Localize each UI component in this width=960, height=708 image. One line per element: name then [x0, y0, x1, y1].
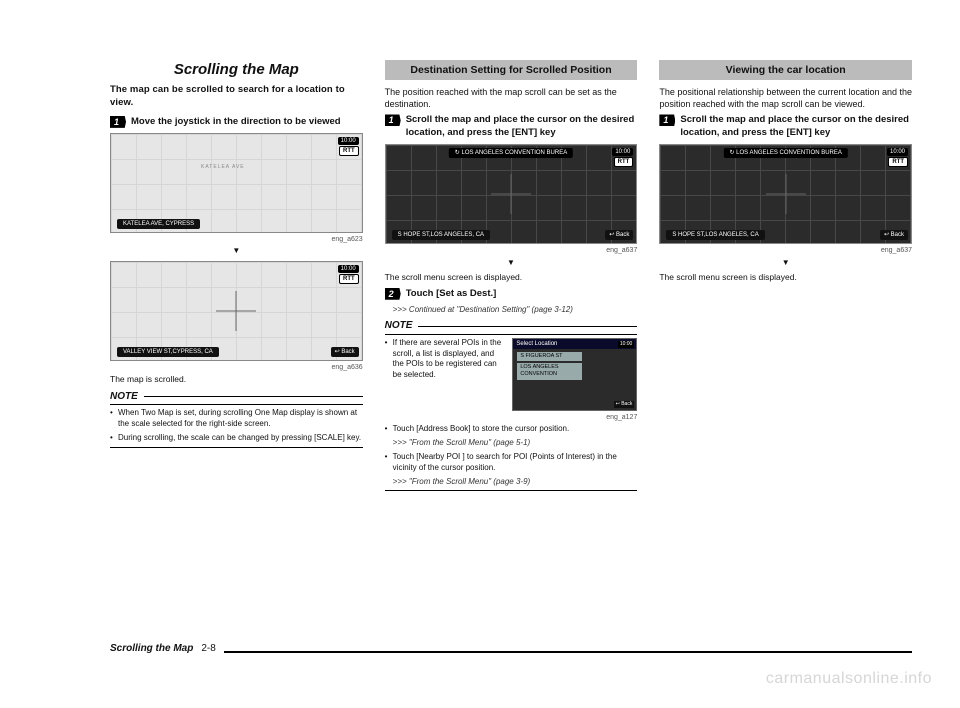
rtt-badge: RTT — [614, 157, 634, 167]
lead-text: The map can be scrolled to search for a … — [110, 84, 363, 110]
subsection-title: Viewing the car location — [659, 60, 912, 80]
note-list: When Two Map is set, during scrolling On… — [110, 408, 363, 443]
note-item: Touch [Nearby POI ] to search for POI (P… — [385, 452, 638, 474]
figure-caption: eng_a623 — [110, 235, 363, 244]
subsection-title: Destination Setting for Scrolled Positio… — [385, 60, 638, 80]
figure-caption: eng_a127 — [385, 413, 638, 422]
map-screenshot-dark: ↻ LOS ANGELES CONVENTION BUREA 10:00 RTT… — [659, 144, 912, 244]
down-arrow-icon: ▼ — [659, 258, 912, 269]
note-item: If there are several POIs in the scroll,… — [385, 338, 507, 381]
rtt-badge: RTT — [339, 146, 359, 156]
back-button: ↩ Back — [880, 230, 908, 240]
step-text: Move the joystick in the direction to be… — [131, 116, 363, 129]
down-arrow-icon: ▼ — [110, 246, 363, 257]
map-screenshot-1: KATELEA AVE 10:00 RTT KATELEA AVE, CYPRE… — [110, 133, 363, 233]
step-1: 1 Move the joystick in the direction to … — [110, 116, 363, 129]
result-text: The scroll menu screen is displayed. — [385, 272, 638, 283]
step-number-icon: 1 — [110, 116, 126, 128]
down-arrow-icon: ▼ — [385, 258, 638, 269]
rtt-badge: RTT — [888, 157, 908, 167]
footer-rule — [224, 651, 912, 653]
column-middle: Destination Setting for Scrolled Positio… — [385, 60, 638, 497]
figure-caption: eng_a637 — [385, 246, 638, 255]
section-title: Scrolling the Map — [110, 60, 363, 80]
note-heading: NOTE — [385, 319, 638, 335]
map-screenshot-dark: ↻ LOS ANGELES CONVENTION BUREA 10:00 RTT… — [385, 144, 638, 244]
lead-text: The positional relationship between the … — [659, 86, 912, 110]
step-1: 1 Scroll the map and place the cursor on… — [385, 114, 638, 140]
step-text: Scroll the map and place the cursor on t… — [406, 114, 638, 140]
page-footer: Scrolling the Map 2-8 — [110, 643, 912, 654]
step-1: 1 Scroll the map and place the cursor on… — [659, 114, 912, 140]
rtt-badge: RTT — [339, 274, 359, 284]
note-item: Touch [Address Book] to store the cursor… — [385, 424, 638, 435]
note-list: Touch [Nearby POI ] to search for POI (P… — [385, 452, 638, 474]
page: Scrolling the Map The map can be scrolle… — [0, 0, 960, 527]
footer-page-number: 2-8 — [201, 643, 215, 654]
note-item: During scrolling, the scale can be chang… — [110, 433, 363, 444]
location-bar: S HOPE ST,LOS ANGELES, CA — [392, 230, 490, 240]
result-text: The map is scrolled. — [110, 374, 363, 385]
lead-text: The position reached with the map scroll… — [385, 86, 638, 110]
step-number-icon: 1 — [385, 114, 401, 126]
clock-badge: 10:00 — [338, 137, 359, 145]
clock-badge: 10:00 — [887, 148, 908, 156]
column-right: Viewing the car location The positional … — [659, 60, 912, 497]
select-location-screenshot: Select Location S FIGUEROA ST LOS ANGELE… — [512, 338, 637, 411]
clock-badge: 10:00 — [612, 148, 633, 156]
note-heading: NOTE — [110, 390, 363, 406]
back-button: ↩ Back — [614, 401, 635, 408]
step-number-icon: 1 — [659, 114, 675, 126]
clock-badge: 10:00 — [338, 265, 359, 273]
watermark: carmanualsonline.info — [766, 670, 932, 688]
poi-top-bar: ↻ LOS ANGELES CONVENTION BUREA — [449, 148, 573, 158]
list-item: S FIGUEROA ST — [517, 352, 582, 361]
cross-reference: >>> Continued at "Destination Setting" (… — [385, 305, 638, 316]
figure-caption: eng_a637 — [659, 246, 912, 255]
crosshair-icon — [491, 174, 531, 214]
result-text: The scroll menu screen is displayed. — [659, 272, 912, 283]
step-2: 2 Touch [Set as Dest.] — [385, 288, 638, 301]
note-with-thumbnail: If there are several POIs in the scroll,… — [385, 338, 638, 411]
poi-top-bar: ↻ LOS ANGELES CONVENTION BUREA — [723, 148, 847, 158]
clock-badge: 10:00 — [618, 341, 635, 348]
crosshair-icon — [216, 291, 256, 331]
cross-reference: >>> "From the Scroll Menu" (page 5-1) — [385, 438, 638, 449]
back-button: ↩ Back — [331, 347, 359, 357]
street-label: KATELEA AVE — [201, 164, 245, 171]
note-item: When Two Map is set, during scrolling On… — [110, 408, 363, 430]
step-text: Scroll the map and place the cursor on t… — [680, 114, 912, 140]
crosshair-icon — [766, 174, 806, 214]
location-bar: S HOPE ST,LOS ANGELES, CA — [666, 230, 764, 240]
map-screenshot-2: 10:00 RTT VALLEY VIEW ST,CYPRESS, CA ↩ B… — [110, 261, 363, 361]
location-bar: VALLEY VIEW ST,CYPRESS, CA — [117, 347, 219, 357]
figure-caption: eng_a636 — [110, 363, 363, 372]
back-button: ↩ Back — [605, 230, 633, 240]
cross-reference: >>> "From the Scroll Menu" (page 3-9) — [385, 477, 638, 488]
column-left: Scrolling the Map The map can be scrolle… — [110, 60, 363, 497]
step-text: Touch [Set as Dest.] — [406, 288, 638, 301]
step-number-icon: 2 — [385, 288, 401, 300]
location-bar: KATELEA AVE, CYPRESS — [117, 219, 200, 229]
footer-section-title: Scrolling the Map — [110, 643, 193, 654]
note-list: Touch [Address Book] to store the cursor… — [385, 424, 638, 435]
list-item: LOS ANGELES CONVENTION — [517, 363, 582, 380]
